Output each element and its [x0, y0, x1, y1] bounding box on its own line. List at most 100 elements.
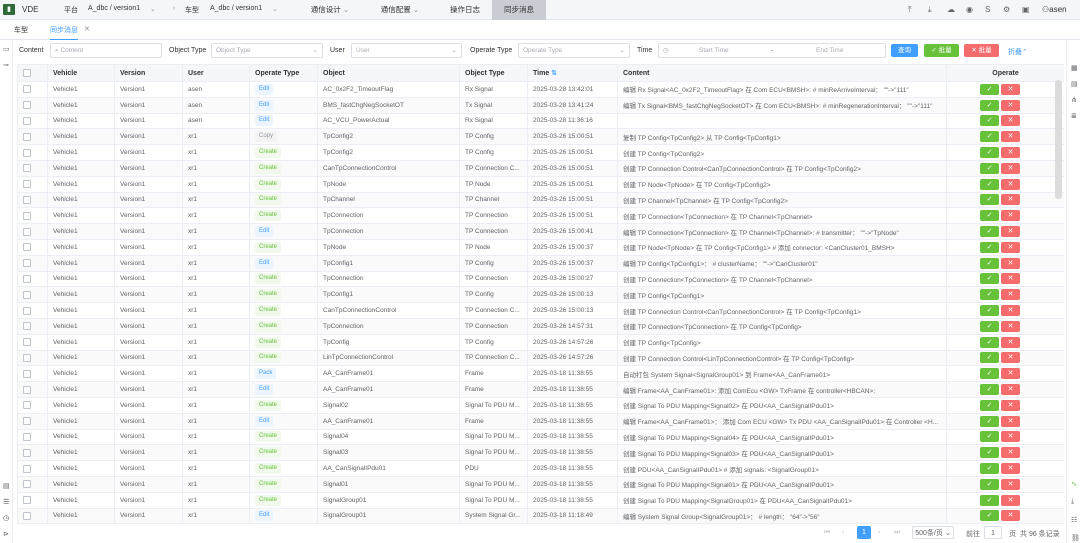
- document-icon[interactable]: ▤: [3, 482, 10, 490]
- table-row[interactable]: Vehicle1 Version1 xr1 Edit SignalGroup01 Syst…: [17, 507, 1064, 524]
- next-page-icon[interactable]: ›: [878, 529, 880, 536]
- fold-toggle[interactable]: 折叠⌃: [1008, 47, 1028, 57]
- approve-button[interactable]: ✓: [980, 273, 999, 285]
- row-checkbox[interactable]: [23, 227, 31, 236]
- approve-button[interactable]: ✓: [980, 494, 999, 506]
- row-checkbox[interactable]: [23, 243, 31, 252]
- s-icon[interactable]: S: [985, 5, 990, 14]
- table-row[interactable]: Vehicle1 Version1 xr1 Create TpConfig TP Conf…: [17, 333, 1064, 351]
- reject-button[interactable]: ✕: [1001, 494, 1020, 506]
- reject-button[interactable]: ✕: [1001, 273, 1020, 285]
- row-checkbox[interactable]: [23, 338, 31, 347]
- reject-button[interactable]: ✕: [1001, 289, 1020, 301]
- row-checkbox[interactable]: [23, 290, 31, 299]
- table-row[interactable]: Vehicle1 Version1 xr1 Create TpConfig2 TP Con…: [17, 144, 1064, 161]
- approve-button[interactable]: ✓: [980, 463, 999, 475]
- nav-sync-message[interactable]: 同步消息: [492, 0, 546, 20]
- approve-button[interactable]: ✓: [980, 115, 999, 127]
- approve-button[interactable]: ✓: [980, 336, 999, 348]
- batch-reject-button[interactable]: ✕ 批量: [964, 44, 999, 57]
- table-row[interactable]: Vehicle1 Version1 xr1 Create TpNode TP Node 20…: [17, 175, 1064, 193]
- reject-button[interactable]: ✕: [1001, 257, 1020, 269]
- chevron-down-icon[interactable]: ⌄: [150, 5, 156, 13]
- doc-icon[interactable]: ▤: [1071, 80, 1078, 88]
- row-checkbox[interactable]: [23, 259, 31, 268]
- end-time-input[interactable]: End Time: [816, 44, 843, 57]
- table-row[interactable]: Vehicle1 Version1 xr1 Create TpConnection TP …: [17, 207, 1064, 225]
- approve-button[interactable]: ✓: [980, 241, 999, 253]
- approve-button[interactable]: ✓: [980, 162, 999, 174]
- table-row[interactable]: Vehicle1 Version1 xr1 Create Signal02 Signal …: [17, 396, 1064, 414]
- time-range-picker[interactable]: ◷ Start Time - End Time: [658, 43, 886, 58]
- reject-button[interactable]: ✕: [1001, 478, 1020, 490]
- pulse-icon[interactable]: ∿: [1071, 480, 1077, 488]
- reject-button[interactable]: ✕: [1001, 463, 1020, 475]
- table-row[interactable]: Vehicle1 Version1 xr1 Edit AA_CanFrame01 Fram…: [17, 381, 1064, 398]
- reject-button[interactable]: ✕: [1001, 194, 1020, 206]
- clock-icon[interactable]: ◷: [3, 514, 9, 522]
- approve-button[interactable]: ✓: [980, 399, 999, 411]
- table-row[interactable]: Vehicle1 Version1 xr1 Copy TpConfig2 TP Confi…: [17, 128, 1064, 146]
- table-row[interactable]: Vehicle1 Version1 xr1 Create CanTpConnection…: [17, 302, 1064, 319]
- row-checkbox[interactable]: [23, 432, 31, 441]
- reject-button[interactable]: ✕: [1001, 384, 1020, 396]
- prev-page-icon[interactable]: ‹: [842, 529, 844, 536]
- table-row[interactable]: Vehicle1 Version1 asen Edit AC_0x2F2_Timeout…: [17, 81, 1064, 98]
- operate-type-select[interactable]: Operate Type ⌄: [518, 43, 630, 58]
- query-button[interactable]: 查询: [891, 44, 918, 57]
- user-menu[interactable]: ⚇asen: [1042, 5, 1067, 14]
- table-row[interactable]: Vehicle1 Version1 asen Edit AC_VCU_PowerActu…: [17, 112, 1064, 130]
- platform-select[interactable]: A_dbc / version1: [88, 5, 140, 12]
- reject-button[interactable]: ✕: [1001, 447, 1020, 459]
- row-checkbox[interactable]: [23, 385, 31, 394]
- tree-icon[interactable]: ⋔: [1071, 96, 1077, 104]
- chevron-down-icon[interactable]: ⌄: [272, 5, 278, 13]
- approve-button[interactable]: ✓: [980, 99, 999, 111]
- last-page-icon[interactable]: ⏭: [894, 529, 900, 537]
- table-row[interactable]: Vehicle1 Version1 xr1 Edit AA_CanFrame01 Fram…: [17, 412, 1064, 430]
- row-checkbox[interactable]: [23, 369, 31, 378]
- approve-button[interactable]: ✓: [980, 415, 999, 427]
- approve-button[interactable]: ✓: [980, 478, 999, 490]
- stack-icon[interactable]: ☷: [1071, 516, 1077, 524]
- approve-button[interactable]: ✓: [980, 194, 999, 206]
- approve-button[interactable]: ✓: [980, 447, 999, 459]
- approve-button[interactable]: ✓: [980, 431, 999, 443]
- approve-button[interactable]: ✓: [980, 83, 999, 95]
- reject-button[interactable]: ✕: [1001, 368, 1020, 380]
- close-icon[interactable]: ✕: [84, 25, 90, 33]
- row-checkbox[interactable]: [23, 211, 31, 220]
- page-size-select[interactable]: 500条/页 ⌄: [912, 526, 954, 539]
- table-row[interactable]: Vehicle1 Version1 xr1 Create SignalGroup01 Si…: [17, 491, 1064, 509]
- object-type-select[interactable]: Object Type ⌄: [211, 43, 323, 58]
- first-page-icon[interactable]: ⏮: [824, 529, 830, 537]
- approve-button[interactable]: ✓: [980, 147, 999, 159]
- table-row[interactable]: Vehicle1 Version1 asen Edit BMS_fastChgNegSo…: [17, 96, 1064, 114]
- row-checkbox[interactable]: [23, 496, 31, 505]
- reject-button[interactable]: ✕: [1001, 415, 1020, 427]
- row-checkbox[interactable]: [23, 511, 31, 520]
- vehicle-select[interactable]: A_dbc / version1: [210, 5, 262, 12]
- row-checkbox[interactable]: [23, 101, 31, 110]
- approve-button[interactable]: ✓: [980, 257, 999, 269]
- table-row[interactable]: Vehicle1 Version1 xr1 Create Signal03 Signal …: [17, 444, 1064, 462]
- cloud-icon[interactable]: ☁: [947, 5, 955, 14]
- download-icon[interactable]: ⤓: [928, 5, 932, 15]
- approve-button[interactable]: ✓: [980, 320, 999, 332]
- table-row[interactable]: Vehicle1 Version1 xr1 Create TpChannel TP Cha…: [17, 191, 1064, 209]
- nav-comm-design[interactable]: 通信设计 ⌄: [300, 0, 360, 20]
- reject-button[interactable]: ✕: [1001, 241, 1020, 253]
- row-checkbox[interactable]: [23, 448, 31, 457]
- table-row[interactable]: Vehicle1 Version1 xr1 Create CanTpConnection…: [17, 159, 1064, 177]
- approve-button[interactable]: ✓: [980, 368, 999, 380]
- reject-button[interactable]: ✕: [1001, 162, 1020, 174]
- reject-button[interactable]: ✕: [1001, 115, 1020, 127]
- row-checkbox[interactable]: [23, 480, 31, 489]
- page-1-button[interactable]: 1: [857, 526, 871, 539]
- row-checkbox[interactable]: [23, 195, 31, 204]
- node-icon[interactable]: ⊸: [3, 61, 9, 69]
- user-select[interactable]: User ⌄: [351, 43, 462, 58]
- row-checkbox[interactable]: [23, 148, 31, 157]
- start-time-input[interactable]: Start Time: [699, 44, 729, 57]
- sort-icon[interactable]: ⇅: [551, 70, 557, 77]
